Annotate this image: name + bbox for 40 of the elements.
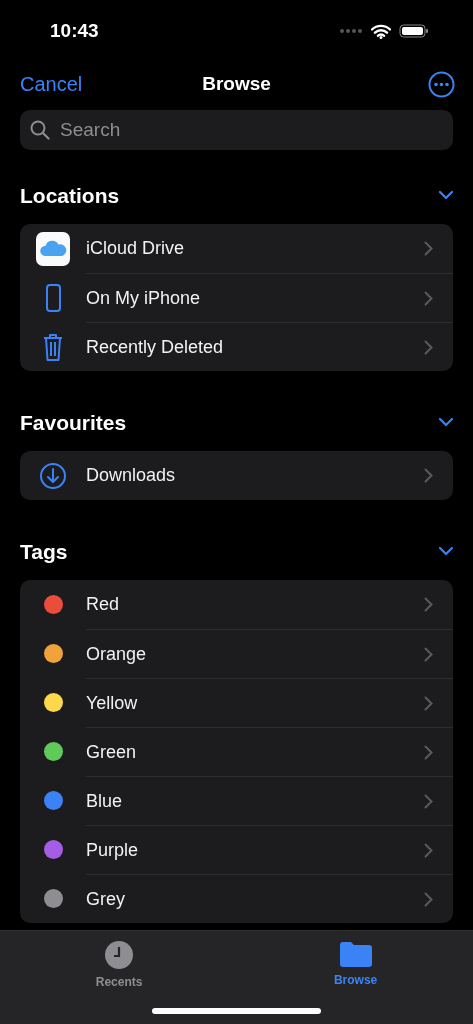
chevron-right-icon xyxy=(424,597,433,612)
chevron-right-icon xyxy=(424,891,433,907)
wifi-icon xyxy=(371,23,391,39)
list-item[interactable]: Recently Deleted xyxy=(86,333,224,361)
tab-button[interactable]: Recents xyxy=(95,940,143,1024)
section-title: Tags xyxy=(20,539,68,565)
search-icon xyxy=(30,120,50,140)
list-item[interactable]: Red xyxy=(86,591,120,618)
list-item[interactable]: iCloud Drive xyxy=(86,235,185,262)
chevron-right-icon xyxy=(424,646,433,662)
list-item[interactable]: Grey xyxy=(86,885,125,913)
list-item[interactable]: Orange xyxy=(86,640,147,668)
chevron-right-icon xyxy=(424,744,433,760)
cancel-button[interactable]: Cancel xyxy=(20,69,83,99)
chevron-right-icon xyxy=(424,695,433,711)
section-title: Locations xyxy=(20,183,120,209)
clock-icon xyxy=(104,940,135,970)
section-title: Favourites xyxy=(20,410,127,436)
list-item[interactable]: Green xyxy=(86,738,137,766)
search-bar[interactable]: Search xyxy=(20,110,453,150)
list-item[interactable]: Blue xyxy=(86,787,123,815)
tab-button[interactable]: Browse xyxy=(333,940,378,1024)
list-item[interactable]: Downloads xyxy=(86,462,176,489)
battery-icon xyxy=(399,24,429,38)
chevron-right-icon xyxy=(424,468,433,483)
signal-icon xyxy=(339,28,363,34)
chevron-right-icon xyxy=(424,793,433,809)
cloud-icon xyxy=(36,231,70,266)
folder-icon xyxy=(338,940,373,968)
screen-title: Browse xyxy=(202,71,271,96)
list-item[interactable]: Yellow xyxy=(86,689,138,717)
list-item[interactable]: On My iPhone xyxy=(86,284,201,312)
status-time: 10:43 xyxy=(50,18,99,43)
search-field[interactable]: Search xyxy=(58,114,443,146)
more-icon[interactable] xyxy=(428,70,455,98)
chevron-right-icon xyxy=(424,842,433,858)
chevron-right-icon xyxy=(424,339,433,355)
list-item[interactable]: Purple xyxy=(86,836,139,864)
chevron-right-icon xyxy=(424,290,433,306)
chevron-right-icon xyxy=(424,241,433,256)
